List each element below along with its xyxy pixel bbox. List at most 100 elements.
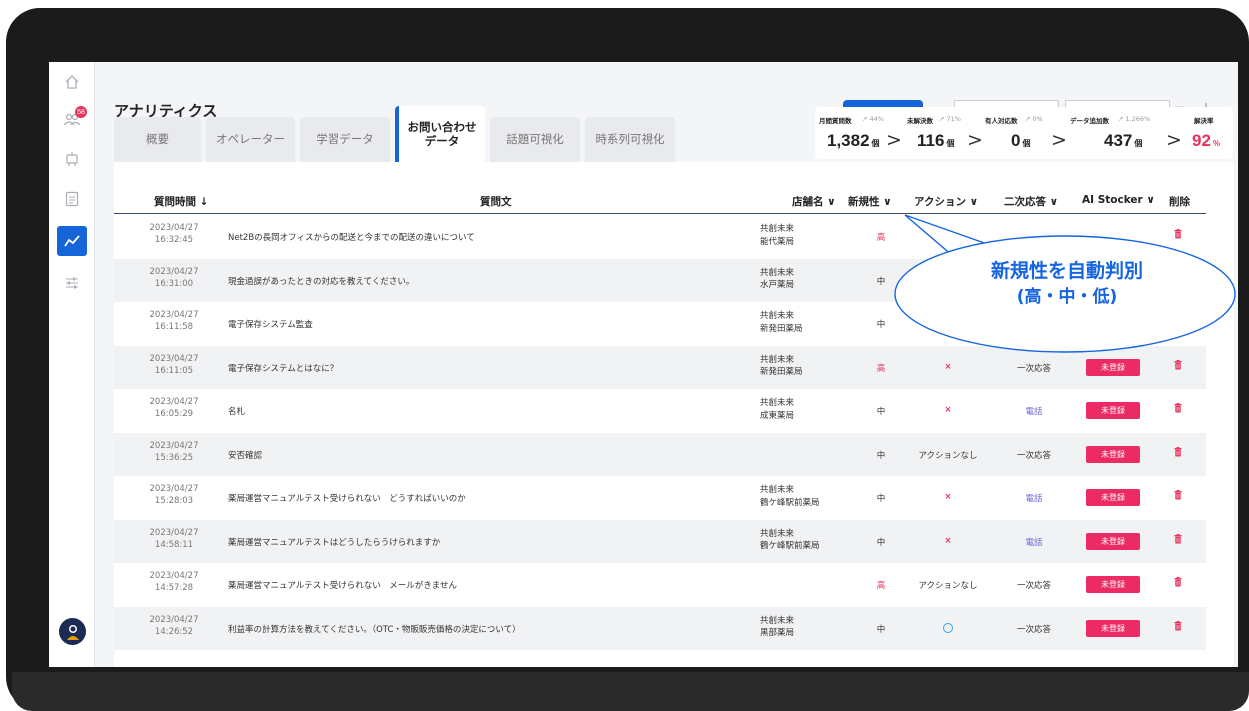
chevron-right-icon[interactable]: > bbox=[1051, 129, 1067, 151]
action-value[interactable]: × bbox=[904, 405, 992, 415]
action-cell[interactable] bbox=[904, 622, 992, 636]
trash-icon[interactable] bbox=[1174, 359, 1184, 372]
novelty-value: 中 bbox=[876, 407, 886, 417]
chevron-right-icon[interactable]: > bbox=[967, 129, 983, 151]
column-header-store[interactable]: 店舗名 ∨ bbox=[792, 194, 836, 209]
question-text[interactable]: 薬局運営マニュアルテストはどうしたらうけられますか bbox=[228, 536, 440, 548]
column-header-ai-stocker[interactable]: AI Stocker ∨ bbox=[1082, 194, 1155, 206]
column-header-secondary[interactable]: 二次応答 ∨ bbox=[1004, 194, 1058, 209]
question-text[interactable]: Net2Bの長岡オフィスからの配送と今までの配送の違いについて bbox=[228, 231, 475, 243]
tab-topic-visualization[interactable]: 話題可視化 bbox=[490, 117, 580, 162]
store-group: 共創未来 bbox=[760, 485, 795, 495]
secondary-response-value[interactable]: 電話 bbox=[994, 492, 1074, 504]
trash-icon[interactable] bbox=[1174, 316, 1184, 328]
tab-label: 学習データ bbox=[316, 132, 374, 147]
users-icon[interactable]: 58 bbox=[57, 104, 87, 134]
date-text: 2023/04/27 bbox=[149, 310, 199, 320]
novelty-value: 高 bbox=[876, 363, 886, 374]
avatar[interactable] bbox=[59, 618, 86, 645]
tab-overview[interactable]: 概要 bbox=[114, 117, 201, 162]
ai-stocker-status-button[interactable]: 未登録 bbox=[1086, 576, 1140, 593]
store-cell: 共創未来 成東薬局 bbox=[760, 397, 794, 423]
action-value[interactable]: × bbox=[904, 492, 992, 502]
stat-number: 0 bbox=[1011, 131, 1021, 150]
trash-icon[interactable] bbox=[1174, 533, 1184, 546]
document-icon[interactable] bbox=[57, 184, 87, 214]
table-row[interactable]: 2023/04/27 15:36:25 安否確認 中 アクションなし 一次応答 未登録 bbox=[114, 432, 1206, 476]
trash-icon[interactable] bbox=[1174, 403, 1184, 415]
store-cell: 共創未来鶴ケ峰駅前薬局 bbox=[760, 528, 820, 554]
analytics-icon[interactable] bbox=[57, 226, 87, 256]
store-name: 成東薬局 bbox=[760, 410, 795, 421]
ai-stocker-status-button[interactable]: 未登録 bbox=[1086, 445, 1140, 463]
ai-stocker-status-button[interactable]: 未登録 bbox=[1086, 358, 1140, 376]
ai-stocker-status-button[interactable]: 未登録 bbox=[1086, 532, 1140, 550]
trash-icon[interactable] bbox=[1174, 490, 1184, 502]
store-cell: 共創未来 黒部薬局 bbox=[760, 615, 794, 641]
action-value[interactable]: アクションなし bbox=[904, 449, 992, 461]
question-text[interactable]: 電子保存システムとはなに？ bbox=[228, 362, 338, 374]
tab-label: データ bbox=[424, 134, 460, 148]
table-row[interactable]: 2023/04/27 14:57:28 薬局運営マニュアルテスト受けられない メール… bbox=[114, 563, 1206, 606]
trash-icon[interactable] bbox=[1174, 446, 1184, 459]
action-value[interactable]: × bbox=[904, 362, 992, 372]
stats-panel: 月間質問数 ↗ 44% 1,382 個 > 未解決数 ↗ 71% 116 個 > 有… bbox=[815, 107, 1233, 159]
table-row[interactable]: 2023/04/27 16:11:05 電子保存システムとはなに？ 共創未来 新発田薬局… bbox=[114, 345, 1206, 389]
question-text[interactable]: 現金過誤があったときの対応を教えてください。 bbox=[228, 275, 414, 287]
store-name: 能代薬局 bbox=[760, 236, 795, 247]
action-value[interactable]: アクションなし bbox=[904, 579, 992, 591]
table-row[interactable]: 2023/04/27 15:28:03 薬局運営マニュアルテスト受けられない どうす… bbox=[114, 476, 1206, 519]
question-text[interactable]: 電子保存システム監査 bbox=[228, 318, 313, 330]
store-group: 共創未来 bbox=[760, 615, 795, 626]
stat-value: 0個 bbox=[1011, 131, 1030, 151]
tab-learning-data[interactable]: 学習データ bbox=[300, 117, 390, 162]
store-cell: 共創未来 新発田薬局 bbox=[760, 354, 803, 380]
tab-inquiry-data[interactable]: お問い合わせ データ bbox=[395, 106, 485, 162]
question-text[interactable]: 利益率の計算方法を教えてください。（OTC・物販販売価格の決定について） bbox=[228, 623, 521, 635]
table-row[interactable]: 2023/04/27 16:32:45 Net2Bの長岡オフィスからの配送と今までの… bbox=[114, 215, 1206, 258]
store-name: 鶴ケ峰駅前薬局 bbox=[760, 541, 820, 552]
ai-stocker-status-button[interactable]: 未登録 bbox=[1086, 402, 1140, 419]
chevron-right-icon[interactable]: > bbox=[1166, 129, 1182, 151]
question-time-cell: 2023/04/27 16:31:00 bbox=[136, 266, 212, 291]
question-text[interactable]: 名札 bbox=[228, 405, 245, 417]
secondary-response-value[interactable]: 電話 bbox=[994, 405, 1074, 417]
secondary-response-value[interactable]: 一次応答 bbox=[994, 449, 1074, 461]
stat-unit: 個 bbox=[1022, 139, 1031, 148]
column-header-time[interactable]: 質問時間 ↓ bbox=[154, 194, 208, 209]
secondary-response-value[interactable]: 一次応答 bbox=[994, 623, 1074, 635]
question-text[interactable]: 薬局運営マニュアルテスト受けられない メールがきません bbox=[228, 579, 457, 591]
store-group: 共創未来 bbox=[760, 267, 795, 278]
chevron-right-icon[interactable]: > bbox=[886, 129, 902, 151]
robot-icon[interactable] bbox=[57, 144, 87, 174]
trash-icon[interactable] bbox=[1174, 620, 1184, 633]
action-value[interactable]: × bbox=[904, 536, 992, 546]
secondary-response-value[interactable]: 一次応答 bbox=[994, 579, 1074, 591]
table-row[interactable]: 2023/04/27 16:05:29 名札 共創未来 成東薬局 中 × 電話 未登録 bbox=[114, 389, 1206, 432]
question-time-cell: 2023/04/27 16:32:45 bbox=[136, 222, 212, 247]
ai-stocker-status-button[interactable]: 未登録 bbox=[1086, 489, 1140, 506]
settings-sliders-icon[interactable] bbox=[57, 268, 87, 298]
stat-value: 116 個 bbox=[917, 131, 954, 151]
question-time-cell: 2023/04/27 16:11:58 bbox=[136, 309, 212, 334]
trash-icon[interactable] bbox=[1174, 577, 1184, 589]
question-text[interactable]: 薬局運営マニュアルテスト受けられない どうすればいいのか bbox=[228, 492, 466, 504]
date-text: 2023/04/27 bbox=[149, 484, 199, 494]
store-group: 共創未来 bbox=[760, 528, 795, 539]
table-row[interactable]: 2023/04/27 14:58:11 薬局運営マニュアルテストはどうしたらうけられ… bbox=[114, 519, 1206, 563]
tab-operator[interactable]: オペレーター bbox=[206, 117, 295, 162]
tab-label: お問い合わせ bbox=[407, 119, 477, 134]
tab-label: 時系列可視化 bbox=[595, 132, 665, 147]
secondary-response-value[interactable]: 一次応答 bbox=[994, 362, 1074, 374]
column-header-action[interactable]: アクション ∨ bbox=[914, 194, 978, 209]
table-row[interactable]: 2023/04/27 14:26:52 利益率の計算方法を教えてください。（OTC・… bbox=[114, 606, 1206, 650]
secondary-response-value[interactable]: 電話 bbox=[994, 536, 1074, 548]
circle-icon bbox=[943, 622, 953, 633]
question-text[interactable]: 安否確認 bbox=[228, 449, 262, 461]
column-header-novelty[interactable]: 新規性 ∨ bbox=[848, 194, 892, 209]
stat-unit: 個 bbox=[1134, 139, 1143, 148]
tab-timeseries-visualization[interactable]: 時系列可視化 bbox=[585, 117, 675, 162]
trash-icon[interactable] bbox=[1174, 229, 1184, 241]
home-icon[interactable] bbox=[57, 67, 87, 97]
ai-stocker-status-button[interactable]: 未登録 bbox=[1086, 619, 1140, 637]
